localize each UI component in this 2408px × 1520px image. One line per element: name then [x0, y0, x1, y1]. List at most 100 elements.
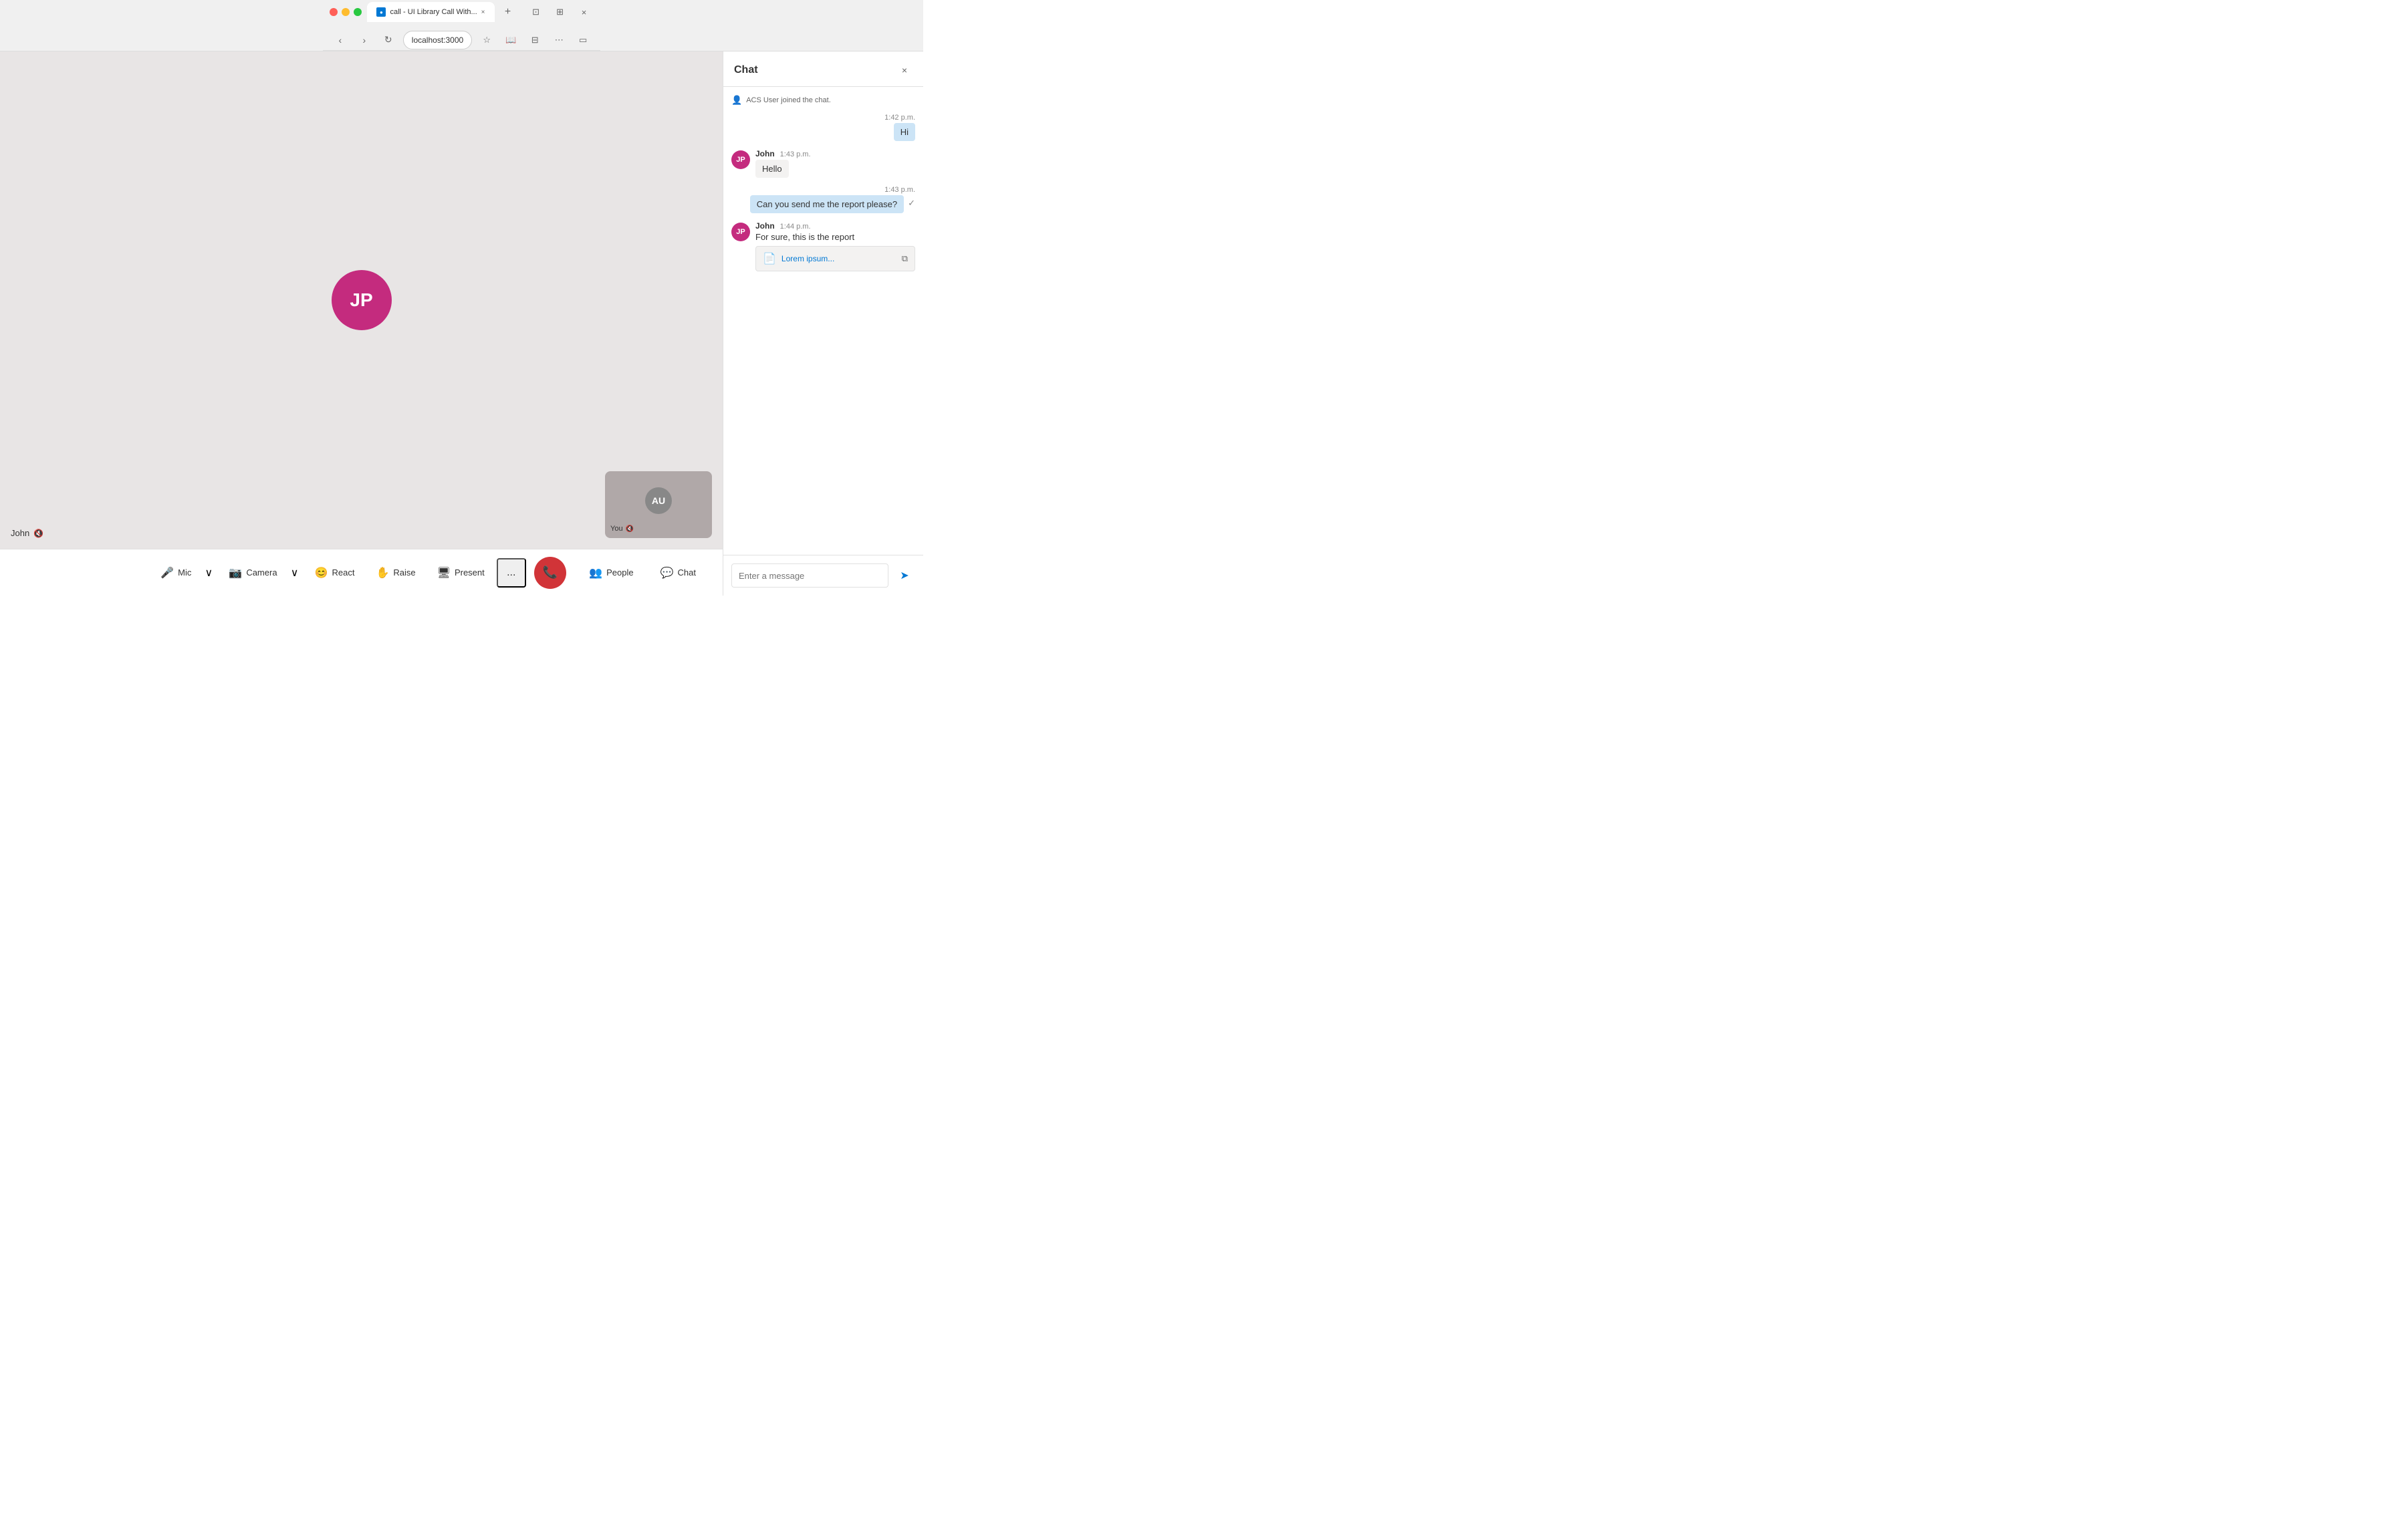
camera-chevron[interactable]: ∨	[287, 558, 303, 588]
people-label: People	[606, 567, 633, 578]
main-participant-initials: JP	[350, 289, 372, 311]
mic-chevron-icon: ∨	[205, 566, 213, 580]
browser-star[interactable]: ☆	[477, 31, 496, 49]
mini-name: You	[610, 525, 623, 533]
browser-action-expand[interactable]: ⊞	[551, 3, 570, 21]
chat-header: Chat ×	[723, 51, 923, 87]
people-tab[interactable]: 👥 People	[576, 561, 646, 585]
chat-title: Chat	[734, 64, 758, 76]
camera-chevron-icon: ∨	[291, 566, 299, 580]
nav-reload[interactable]: ↻	[379, 31, 398, 49]
msg3-check-icon: ✓	[908, 198, 915, 209]
dot-red[interactable]	[330, 8, 338, 16]
browser-more[interactable]: ⋯	[550, 31, 568, 49]
browser-split[interactable]: ⊟	[525, 31, 544, 49]
message-self-1: 1:42 p.m. Hi	[731, 114, 915, 141]
call-area: JP John 🔇 AU You 🔇	[0, 51, 723, 596]
mic-button[interactable]: 🎤 Mic	[151, 558, 201, 588]
msg1-bubble: Hi	[894, 123, 915, 141]
msg3-time: 1:43 p.m.	[884, 186, 915, 194]
address-text: localhost:3000	[412, 35, 463, 45]
mini-initials: AU	[652, 495, 665, 506]
chat-tab-icon: 💬	[660, 566, 674, 580]
msg2-content: John 1:43 p.m. Hello	[755, 149, 915, 178]
message-self-3: 1:43 p.m. Can you send me the report ple…	[731, 186, 915, 213]
chat-tab[interactable]: 💬 Chat	[647, 561, 709, 585]
mic-chevron[interactable]: ∨	[201, 558, 217, 588]
file-open-icon[interactable]: ⧉	[902, 253, 908, 264]
msg4-content: John 1:44 p.m. For sure, this is the rep…	[755, 221, 915, 271]
msg4-time: 1:44 p.m.	[780, 223, 811, 231]
new-tab-button[interactable]: +	[500, 4, 516, 20]
tab-close-icon[interactable]: ×	[481, 9, 485, 16]
nav-back[interactable]: ‹	[331, 31, 350, 49]
people-icon: 👥	[589, 566, 602, 580]
raise-label: Raise	[393, 567, 415, 578]
chat-panel: Chat × 👤 ACS User joined the chat. 1:42 …	[723, 51, 923, 596]
more-icon: ...	[507, 567, 515, 579]
end-call-button[interactable]: 📞	[534, 557, 566, 589]
msg4-sender: John	[755, 221, 775, 231]
mini-muted-icon: 🔇	[626, 525, 634, 533]
system-message-text: ACS User joined the chat.	[746, 96, 831, 104]
system-message: 👤 ACS User joined the chat.	[731, 95, 915, 106]
msg4-text: For sure, this is the report	[755, 232, 915, 242]
address-bar[interactable]: localhost:3000	[403, 31, 472, 49]
chat-input[interactable]	[731, 563, 888, 588]
send-icon: ➤	[900, 569, 909, 582]
main-participant-avatar: JP	[332, 270, 392, 330]
msg4-header: John 1:44 p.m.	[755, 221, 915, 231]
send-button[interactable]: ➤	[894, 565, 915, 586]
chat-tab-label: Chat	[678, 567, 696, 578]
system-icon: 👤	[731, 95, 742, 106]
file-name: Lorem ipsum...	[781, 254, 896, 263]
address-bar-row: ‹ › ↻ localhost:3000 ☆ 📖 ⊟ ⋯ ▭	[323, 29, 600, 51]
present-button[interactable]: 🖥 Present	[428, 558, 494, 588]
present-icon: 🖥	[437, 566, 451, 580]
browser-action-minimize[interactable]: ⊡	[527, 3, 546, 21]
participant-muted-icon: 🔇	[33, 529, 43, 538]
file-attachment[interactable]: 📄 Lorem ipsum... ⧉	[755, 246, 915, 271]
chat-close-icon: ×	[902, 65, 907, 76]
msg2-avatar: JP	[731, 150, 750, 169]
browser-tab[interactable]: ● call - UI Library Call With... ×	[367, 2, 494, 22]
msg2-time: 1:43 p.m.	[780, 150, 811, 158]
chat-close-button[interactable]: ×	[896, 62, 913, 78]
dot-green[interactable]	[354, 8, 362, 16]
browser-close-btn[interactable]: ▭	[574, 31, 592, 49]
chat-input-area: ➤	[723, 555, 923, 596]
participant-label: John 🔇	[11, 528, 43, 538]
app-container: JP John 🔇 AU You 🔇	[0, 51, 923, 596]
msg3-bubble: Can you send me the report please? ✓	[750, 195, 915, 213]
right-controls: 👥 People 💬 Chat	[576, 561, 709, 585]
msg1-time: 1:42 p.m.	[884, 114, 915, 122]
nav-forward[interactable]: ›	[355, 31, 374, 49]
react-label: React	[332, 567, 354, 578]
mini-avatar: AU	[645, 487, 672, 514]
msg4-avatar: JP	[731, 223, 750, 241]
msg2-sender: John	[755, 149, 775, 158]
camera-label: Camera	[246, 567, 277, 578]
browser-action-close[interactable]: ×	[575, 3, 594, 21]
chat-messages: 👤 ACS User joined the chat. 1:42 p.m. Hi…	[723, 87, 923, 555]
mic-control-group: 🎤 Mic ∨	[151, 558, 217, 588]
camera-control-group: 📷 Camera ∨	[219, 558, 302, 588]
raise-button[interactable]: ✋ Raise	[366, 558, 425, 588]
file-doc-icon: 📄	[763, 252, 776, 265]
msg2-bubble: Hello	[755, 160, 789, 178]
message-other-2: JP John 1:43 p.m. Hello	[731, 149, 915, 178]
react-button[interactable]: 😊 React	[306, 558, 364, 588]
msg2-header: John 1:43 p.m.	[755, 149, 915, 158]
mic-label: Mic	[178, 567, 191, 578]
end-call-icon: 📞	[543, 565, 558, 580]
tab-favicon: ●	[376, 7, 386, 17]
raise-icon: ✋	[376, 566, 389, 580]
controls-bar: 🎤 Mic ∨ 📷 Camera ∨ 😊 Rea	[0, 549, 723, 596]
msg3-text-bubble: Can you send me the report please?	[750, 195, 904, 213]
dot-yellow[interactable]	[342, 8, 350, 16]
call-main: JP John 🔇 AU You 🔇	[0, 51, 723, 549]
browser-reading[interactable]: 📖	[501, 31, 520, 49]
tab-title: call - UI Library Call With...	[390, 8, 477, 16]
camera-button[interactable]: 📷 Camera	[219, 558, 286, 588]
more-button[interactable]: ...	[497, 558, 526, 588]
